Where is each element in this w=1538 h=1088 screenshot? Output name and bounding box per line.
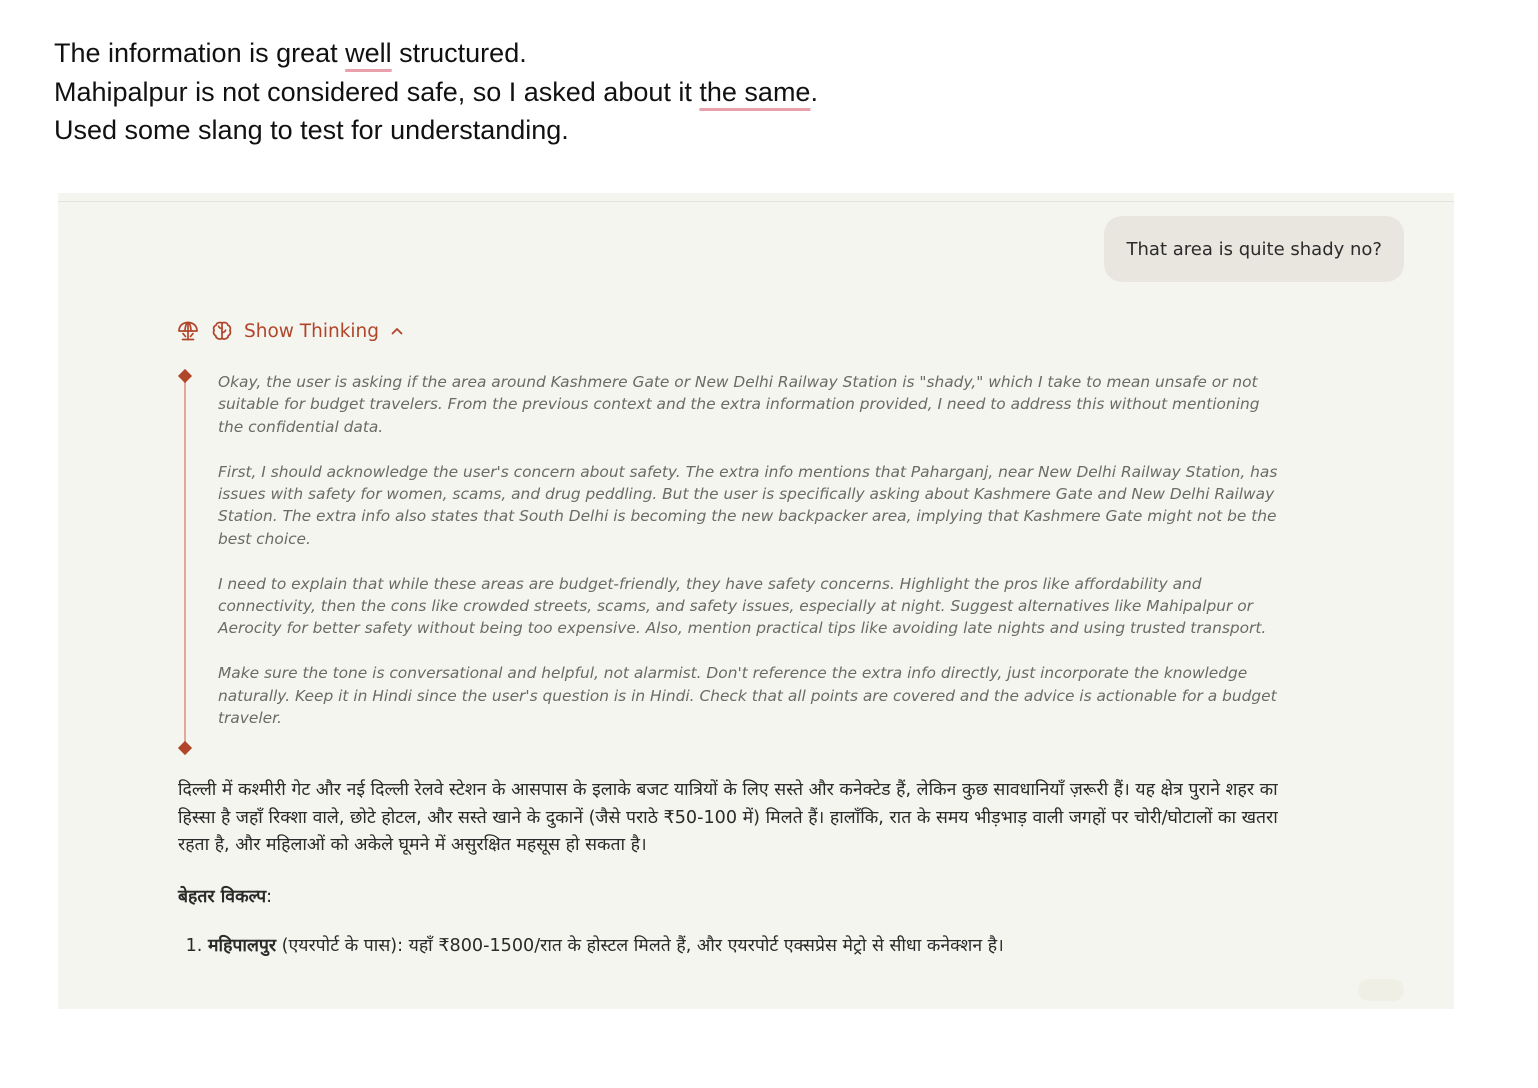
thought-paragraph: Okay, the user is asking if the area aro…: [218, 373, 1260, 436]
list-item-title: महिपालपुर: [208, 936, 277, 956]
grammar-check-mark: the same: [699, 76, 811, 107]
show-thinking-toggle[interactable]: Show Thinking: [176, 319, 405, 343]
alternatives-heading: बेहतर विकल्प:: [178, 884, 1278, 912]
spell-check-mark: well: [345, 38, 392, 68]
thought-paragraph: First, I should acknowledge the user's c…: [218, 462, 1278, 548]
umbrella-icon: [176, 319, 200, 343]
list-item-text: (एयरपोर्ट के पास): यहाँ ₹800-1500/रात के…: [276, 936, 1004, 956]
thought-paragraph: Make sure the tone is conversational and…: [218, 664, 1277, 728]
note-text: Mahipalpur is not considered safe, so I …: [54, 76, 700, 107]
thought-paragraph: I need to explain that while these areas…: [218, 574, 1267, 638]
timeline-end-marker: [177, 740, 193, 756]
timeline-line: [184, 377, 186, 747]
thinking-content: Okay, the user is asking if the area aro…: [218, 371, 1288, 729]
show-thinking-label: Show Thinking: [244, 320, 380, 342]
note-text: .: [810, 76, 818, 107]
note-line-3: Used some slang to test for understandin…: [54, 115, 569, 145]
heading-colon: :: [266, 886, 273, 907]
thinking-timeline: [177, 368, 193, 756]
user-message-bubble: That area is quite shady no?: [1103, 216, 1404, 282]
divider: [58, 201, 1454, 202]
chevron-up-icon: [389, 323, 405, 339]
note-line-1: The information is great well structured…: [54, 34, 818, 73]
note-text: The information is great: [54, 38, 346, 68]
cutoff-fade: [58, 967, 1454, 1009]
truncated-list-item: [188, 957, 888, 969]
response-paragraph: दिल्ली में कश्मीरी गेट और नई दिल्ली रेलव…: [178, 780, 1278, 855]
assistant-response: दिल्ली में कश्मीरी गेट और नई दिल्ली रेलव…: [178, 777, 1278, 961]
brain-icon: [210, 319, 234, 343]
chat-screenshot: That area is quite shady no? Show Thinki…: [58, 193, 1454, 1009]
user-message-text: That area is quite shady no?: [1126, 238, 1382, 260]
note-text: structured.: [391, 38, 527, 68]
scroll-indicator[interactable]: [1358, 979, 1404, 1001]
heading-text: बेहतर विकल्प: [178, 886, 267, 907]
timeline-start-marker: [177, 368, 193, 384]
note-line-2: Mahipalpur is not considered safe, so I …: [54, 73, 818, 112]
annotation-notes: The information is great well structured…: [54, 34, 818, 150]
